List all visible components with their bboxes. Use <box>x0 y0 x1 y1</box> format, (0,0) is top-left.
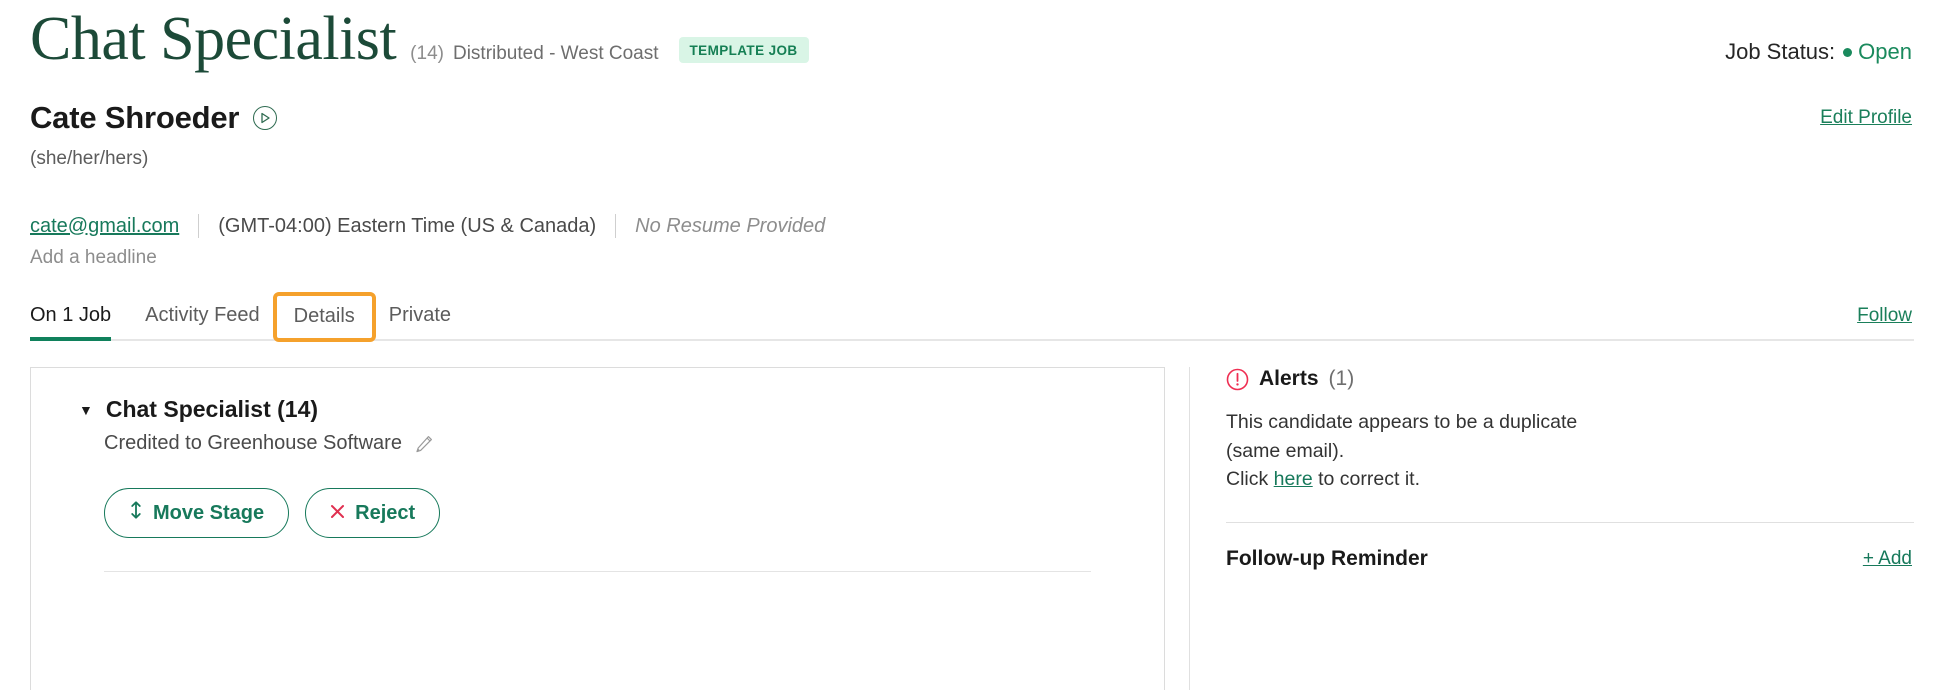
alerts-count: (1) <box>1328 367 1355 390</box>
template-job-badge: TEMPLATE JOB <box>678 37 809 63</box>
meta-divider <box>198 214 200 238</box>
card-divider <box>104 571 1091 572</box>
stage-card: ▼ Chat Specialist (14) Credited to Green… <box>30 367 1165 690</box>
reject-button[interactable]: Reject <box>305 488 441 538</box>
alert-click-suffix: to correct it. <box>1312 468 1420 491</box>
candidate-name: Cate Shroeder <box>30 100 240 135</box>
followup-reminder-title: Follow-up Reminder <box>1226 546 1428 570</box>
job-count: (14) <box>410 43 444 64</box>
page-title: Chat Specialist <box>30 5 397 73</box>
candidate-tabs: On 1 Job Activity Feed Details Private F… <box>30 292 1914 342</box>
tab-details[interactable]: Details <box>272 292 376 342</box>
move-stage-label: Move Stage <box>153 501 265 524</box>
pencil-edit-icon[interactable] <box>414 434 434 454</box>
candidate-pronouns: (she/her/hers) <box>30 148 149 169</box>
stage-action-buttons: Move Stage Reject <box>31 488 1164 538</box>
add-followup-link[interactable]: + Add <box>1863 548 1914 570</box>
close-x-icon <box>330 502 345 525</box>
job-status: Job Status: Open <box>1725 39 1914 65</box>
candidate-profile-page: Chat Specialist (14) Distributed - West … <box>0 0 1944 690</box>
reject-label: Reject <box>355 501 416 524</box>
tab-activity-feed[interactable]: Activity Feed <box>128 304 276 339</box>
candidate-meta-row: cate@gmail.com (GMT-04:00) Eastern Time … <box>30 214 1914 238</box>
move-stage-button[interactable]: Move Stage <box>104 488 290 538</box>
alert-message: This candidate appears to be a duplicate… <box>1226 408 1586 494</box>
sidebar-divider <box>1226 521 1914 523</box>
collapse-caret-icon[interactable]: ▼ <box>79 403 93 417</box>
job-status-value[interactable]: Open <box>1858 39 1912 65</box>
alert-exclamation-icon <box>1226 368 1249 391</box>
job-header: Chat Specialist (14) Distributed - West … <box>30 0 1914 80</box>
job-office: Distributed - West Coast <box>452 43 659 64</box>
right-sidebar: Alerts (1) This candidate appears to be … <box>1189 367 1914 690</box>
edit-profile-link[interactable]: Edit Profile <box>1820 107 1914 129</box>
job-status-label: Job Status: <box>1725 39 1836 64</box>
alert-click-prefix: Click <box>1226 468 1274 491</box>
candidate-resume-status: No Resume Provided <box>635 214 826 237</box>
tab-on-1-job[interactable]: On 1 Job <box>30 304 128 341</box>
move-stage-arrows-icon <box>129 501 143 525</box>
body-columns: ▼ Chat Specialist (14) Credited to Green… <box>30 367 1914 690</box>
follow-link[interactable]: Follow <box>1857 305 1914 339</box>
alert-text-line1: This candidate appears to be a duplicate… <box>1226 411 1578 462</box>
candidate-name-row: Cate Shroeder Edit Profile <box>30 100 1914 136</box>
followup-reminder-row: Follow-up Reminder + Add <box>1226 547 1914 571</box>
alert-here-link[interactable]: here <box>1274 468 1313 490</box>
status-dot-icon <box>1843 47 1853 57</box>
alert-text-line2: email). <box>1285 439 1345 462</box>
candidate-email-link[interactable]: cate@gmail.com <box>30 215 179 238</box>
play-pronunciation-icon[interactable] <box>253 106 278 130</box>
meta-divider <box>615 214 617 238</box>
candidate-timezone: (GMT-04:00) Eastern Time (US & Canada) <box>218 214 597 237</box>
credited-text: Credited to Greenhouse Software <box>104 432 402 454</box>
add-headline-field[interactable]: Add a headline <box>30 247 1914 269</box>
alerts-header: Alerts (1) <box>1226 367 1914 391</box>
credited-row: Credited to Greenhouse Software <box>31 432 1164 455</box>
stage-card-header: ▼ Chat Specialist (14) <box>31 396 1164 423</box>
tab-private[interactable]: Private <box>372 304 468 339</box>
stage-card-title: Chat Specialist (14) <box>105 396 319 422</box>
alerts-title: Alerts <box>1259 367 1319 390</box>
